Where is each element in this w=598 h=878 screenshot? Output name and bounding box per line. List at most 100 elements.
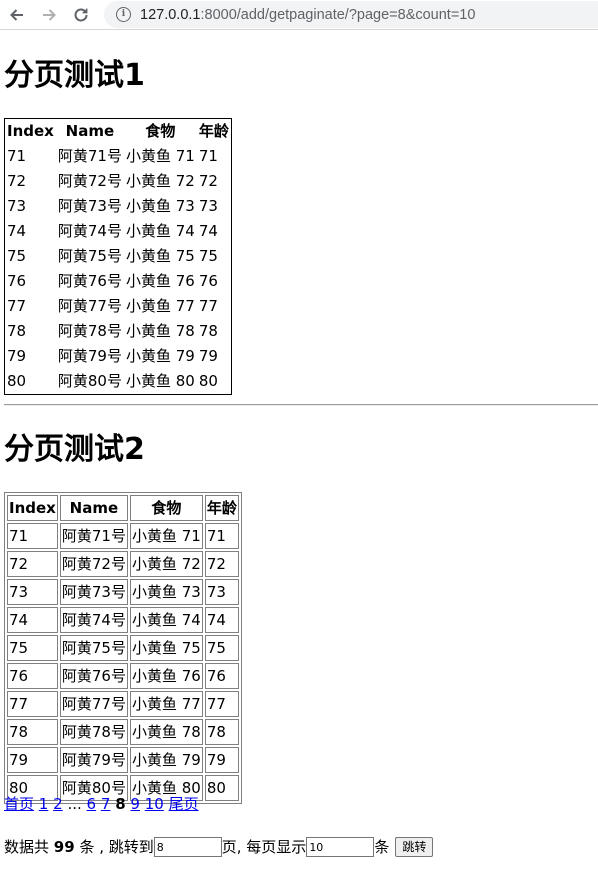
table-cell: 75 xyxy=(204,635,239,661)
section1-title: 分页测试1 xyxy=(4,58,145,93)
table-row: 79 阿黄79号 小黄鱼 79 79 xyxy=(5,344,231,369)
table-cell: 76 xyxy=(7,272,27,290)
total-count: 99 xyxy=(53,838,75,856)
page-number-input[interactable] xyxy=(153,837,222,857)
table-cell: 77 xyxy=(198,297,218,315)
table-cell: 阿黄73号 xyxy=(57,197,122,215)
jump-button[interactable]: 跳转 xyxy=(395,837,434,857)
table-cell: 74 xyxy=(7,607,58,633)
total-prefix: 数据共 xyxy=(4,838,50,856)
table-cell: 79 xyxy=(198,347,218,365)
table-cell: 阿黄71号 xyxy=(59,523,128,549)
table-cell: 小黄鱼 72 xyxy=(129,551,203,577)
pager-page-7-link[interactable]: 7 xyxy=(101,795,111,813)
table-row: 77 阿黄77号 小黄鱼 77 77 xyxy=(7,691,239,717)
table-cell: 阿黄74号 xyxy=(57,222,122,240)
pager-page-9-link[interactable]: 9 xyxy=(130,795,140,813)
table-cell: 阿黄77号 xyxy=(57,297,122,315)
url-path: :8000/add/getpaginate/?page=8&count=10 xyxy=(200,6,476,23)
table-cell: 小黄鱼 80 xyxy=(125,372,195,390)
table-cell: 80 xyxy=(7,372,27,390)
table-cell: 小黄鱼 71 xyxy=(129,523,203,549)
table-cell: 72 xyxy=(204,551,239,577)
table-row: 72 阿黄72号 小黄鱼 72 72 xyxy=(5,169,231,194)
table-cell: 79 xyxy=(7,747,58,773)
table-cell: 77 xyxy=(7,691,58,717)
table-cell: 阿黄72号 xyxy=(59,551,128,577)
table-cell: 74 xyxy=(198,222,218,240)
column-header: 年龄 xyxy=(204,495,239,521)
pager-last-link[interactable]: 尾页 xyxy=(169,795,199,813)
table-cell: 小黄鱼 78 xyxy=(129,719,203,745)
forward-arrow-icon[interactable] xyxy=(38,4,60,26)
table-cell: 72 xyxy=(7,172,27,190)
pager-page-6-link[interactable]: 6 xyxy=(87,795,97,813)
page-unit-label: 页, 每页显示 xyxy=(221,838,307,856)
table-cell: 阿黄72号 xyxy=(57,172,122,190)
page-count-input[interactable] xyxy=(306,837,375,857)
table-cell: 76 xyxy=(7,663,58,689)
table-cell: 73 xyxy=(198,197,218,215)
table-cell: 阿黄75号 xyxy=(59,635,128,661)
column-header: Index xyxy=(7,122,54,140)
pager-page-1-link[interactable]: 1 xyxy=(39,795,49,813)
table-cell: 80 xyxy=(204,775,239,801)
table-cell: 小黄鱼 76 xyxy=(129,663,203,689)
table-cell: 71 xyxy=(198,147,218,165)
table-cell: 80 xyxy=(198,372,218,390)
table-cell: 阿黄76号 xyxy=(57,272,122,290)
table-cell: 73 xyxy=(7,197,27,215)
table-cell: 小黄鱼 75 xyxy=(125,247,195,265)
table-row: 73 阿黄73号 小黄鱼 73 73 xyxy=(5,194,231,219)
address-bar[interactable]: i 127.0.0.1:8000/add/getpaginate/?page=8… xyxy=(104,1,598,28)
table-cell: 阿黄78号 xyxy=(57,322,122,340)
pager-current-page: 8 xyxy=(115,795,126,813)
table-cell: 小黄鱼 78 xyxy=(125,322,195,340)
table-row: 75 阿黄75号 小黄鱼 75 75 xyxy=(7,635,239,661)
table-row: 73 阿黄73号 小黄鱼 73 73 xyxy=(7,579,239,605)
back-arrow-icon[interactable] xyxy=(6,4,28,26)
table-cell: 77 xyxy=(7,297,27,315)
table-cell: 75 xyxy=(7,247,27,265)
table-cell: 75 xyxy=(7,635,58,661)
table-row: 74 阿黄74号 小黄鱼 74 74 xyxy=(7,607,239,633)
table-cell: 阿黄79号 xyxy=(57,347,122,365)
browser-toolbar: i 127.0.0.1:8000/add/getpaginate/?page=8… xyxy=(0,0,598,30)
table-row: 75 阿黄75号 小黄鱼 75 75 xyxy=(5,244,231,269)
table-cell: 78 xyxy=(198,322,218,340)
table-cell: 71 xyxy=(7,523,58,549)
table-cell: 72 xyxy=(7,551,58,577)
column-header: 年龄 xyxy=(198,122,229,140)
pager-page-2-link[interactable]: 2 xyxy=(53,795,63,813)
table-cell: 79 xyxy=(7,347,27,365)
table-cell: 小黄鱼 77 xyxy=(129,691,203,717)
column-header: Index xyxy=(7,495,58,521)
total-suffix: 条 , 跳转到 xyxy=(79,838,154,856)
table-cell: 小黄鱼 79 xyxy=(125,347,195,365)
column-header: Name xyxy=(59,495,128,521)
table-row: 78 阿黄78号 小黄鱼 78 78 xyxy=(7,719,239,745)
pagination: 首页 1 2 ... 6 7 8 9 10 尾页 xyxy=(4,794,199,814)
table-row: 80 阿黄80号 小黄鱼 80 80 xyxy=(5,369,231,394)
table-cell: 小黄鱼 71 xyxy=(125,147,195,165)
table-cell: 阿黄71号 xyxy=(57,147,122,165)
table-row: 71 阿黄71号 小黄鱼 71 71 xyxy=(7,523,239,549)
table-header-row: Index Name 食物 年龄 xyxy=(5,119,231,144)
pager-first-link[interactable]: 首页 xyxy=(4,795,34,813)
table-cell: 71 xyxy=(7,147,27,165)
table-cell: 小黄鱼 75 xyxy=(129,635,203,661)
info-icon[interactable]: i xyxy=(116,7,131,22)
pager-page-10-link[interactable]: 10 xyxy=(145,795,164,813)
url-text: 127.0.0.1:8000/add/getpaginate/?page=8&c… xyxy=(140,7,475,23)
table-cell: 小黄鱼 74 xyxy=(125,222,195,240)
table-cell: 74 xyxy=(204,607,239,633)
table-cell: 阿黄79号 xyxy=(59,747,128,773)
table-cell: 76 xyxy=(204,663,239,689)
reload-icon[interactable] xyxy=(70,4,92,26)
table-header-row: Index Name 食物 年龄 xyxy=(7,495,239,521)
table-cell: 小黄鱼 74 xyxy=(129,607,203,633)
pager-ellipsis: ... xyxy=(67,795,82,813)
table-cell: 78 xyxy=(204,719,239,745)
table-row: 79 阿黄79号 小黄鱼 79 79 xyxy=(7,747,239,773)
column-header: Name xyxy=(65,122,115,140)
